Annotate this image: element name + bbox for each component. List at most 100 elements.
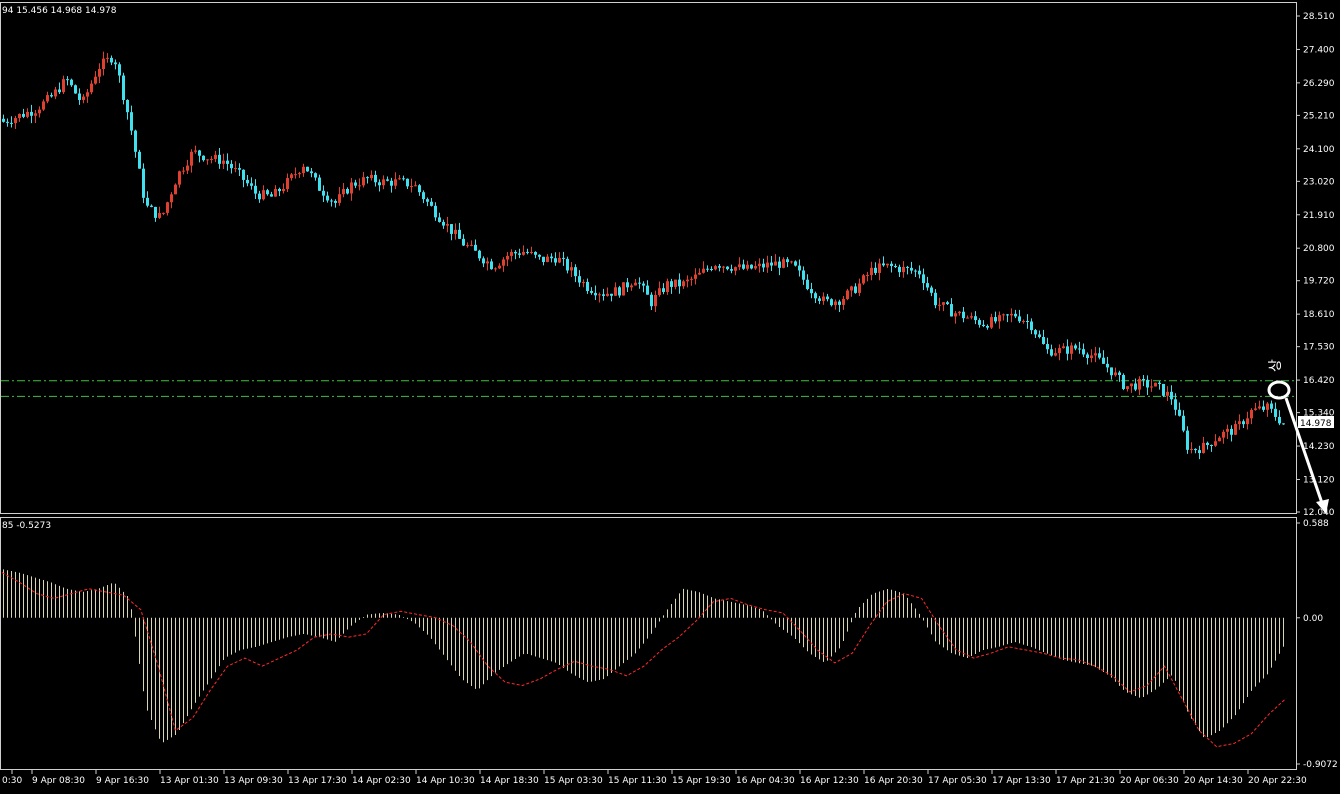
candle-body	[910, 267, 913, 271]
candle-body	[506, 255, 509, 260]
candle-body	[1126, 386, 1129, 389]
candle-body	[1250, 409, 1253, 419]
candle-body	[1014, 313, 1017, 317]
candle-body	[1082, 349, 1085, 355]
candle-body	[422, 192, 425, 200]
candle-body	[1102, 357, 1105, 364]
candle-body	[498, 265, 501, 269]
candle-body	[590, 290, 593, 293]
candle-body	[538, 254, 541, 257]
time-tick-label: 13 Apr 01:30	[160, 776, 219, 786]
candle-body	[510, 251, 513, 256]
candle-body	[430, 201, 433, 206]
candle-body	[490, 261, 493, 270]
candle-body	[1090, 355, 1093, 359]
candle-body	[614, 287, 617, 296]
candle-body	[346, 188, 349, 194]
candle-body	[318, 177, 321, 191]
macd-info-header: 85 -0.5273	[2, 521, 51, 531]
candle-body	[970, 316, 973, 318]
candle-body	[1038, 334, 1041, 337]
candle-body	[646, 285, 649, 295]
price-tick-label: 14.230	[1303, 442, 1335, 452]
candle-body	[486, 261, 489, 264]
candle-body	[326, 195, 329, 201]
candle-body	[42, 101, 45, 110]
candle-body	[358, 185, 361, 187]
time-tick-label: 16 Apr 04:30	[736, 776, 795, 786]
candle-body	[826, 296, 829, 300]
candle-body	[142, 168, 145, 198]
candle-body	[754, 266, 757, 269]
candle-body	[542, 256, 545, 262]
candle-body	[686, 279, 689, 282]
time-tick-label: 16 Apr 12:30	[800, 776, 859, 786]
candle-body	[210, 158, 213, 160]
candle-body	[102, 58, 105, 70]
candle-body	[278, 188, 281, 192]
time-tick-label: 15 Apr 11:30	[608, 776, 667, 786]
candle-body	[258, 193, 261, 200]
candle-body	[1214, 441, 1217, 446]
current-price-value: 14.978	[1300, 419, 1332, 429]
candle-body	[1190, 448, 1193, 450]
candle-body	[962, 311, 965, 319]
candle-body	[66, 79, 69, 81]
candle-body	[182, 170, 185, 172]
candle-body	[90, 83, 93, 93]
candle-body	[226, 160, 229, 164]
candle-body	[146, 197, 149, 206]
candle-body	[1006, 314, 1009, 316]
candle-body	[670, 281, 673, 287]
candle-body	[558, 257, 561, 263]
time-tick-label: 9 Apr 16:30	[96, 776, 149, 786]
candle-body	[446, 224, 449, 226]
candle-body	[922, 274, 925, 284]
candle-body	[994, 317, 997, 322]
price-tick-label: 25.210	[1303, 111, 1335, 121]
price-tick-label: 19.720	[1303, 277, 1335, 287]
candle-body	[106, 57, 109, 59]
candle-body	[722, 266, 725, 268]
candle-body	[1134, 383, 1137, 390]
candle-body	[546, 256, 549, 262]
candle-body	[302, 166, 305, 174]
candle-body	[270, 194, 273, 197]
candle-body	[1146, 379, 1149, 388]
candle-body	[570, 267, 573, 271]
candle-body	[874, 267, 877, 273]
candle-body	[22, 113, 25, 117]
candle-body	[1166, 391, 1169, 396]
candle-body	[806, 279, 809, 290]
candle-body	[298, 173, 301, 175]
candle-body	[666, 281, 669, 292]
candle-body	[1282, 423, 1285, 425]
candle-body	[626, 282, 629, 288]
candle-body	[566, 258, 569, 271]
candle-body	[130, 112, 133, 131]
candle-body	[442, 221, 445, 226]
candle-body	[950, 304, 953, 317]
candle-body	[154, 206, 157, 218]
candle-body	[1098, 353, 1101, 358]
candle-body	[758, 263, 761, 267]
candle-body	[418, 185, 421, 193]
trading-chart[interactable]: 28.510 27.400 26.290 25.210 24.100 23.020 21.9…	[0, 0, 1340, 794]
candle-body	[54, 89, 57, 97]
candle-body	[330, 200, 333, 202]
candle-body	[1226, 428, 1229, 432]
candle-body	[1242, 421, 1245, 425]
candle-body	[798, 265, 801, 271]
candle-body	[218, 154, 221, 164]
candle-body	[374, 174, 377, 183]
candle-body	[662, 288, 665, 292]
candle-body	[230, 163, 233, 169]
time-tick-label: 0:30	[2, 776, 22, 786]
time-tick-label: 13 Apr 17:30	[288, 776, 347, 786]
candle-body	[642, 283, 645, 286]
candle-body	[946, 302, 949, 305]
candle-body	[814, 293, 817, 299]
candle-body	[238, 168, 241, 170]
time-tick-label: 16 Apr 20:30	[864, 776, 923, 786]
candle-body	[850, 286, 853, 291]
